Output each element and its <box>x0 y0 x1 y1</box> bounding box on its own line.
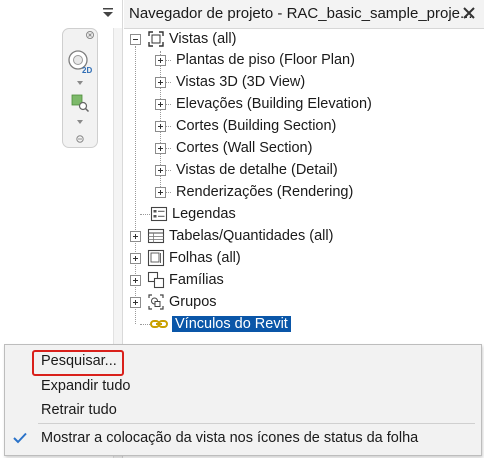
tree-node-label: Vistas 3D (3D View) <box>176 74 306 90</box>
tree-node-label: Tabelas/Quantidades (all) <box>169 228 334 244</box>
tree-node-label: Cortes (Building Section) <box>176 118 337 134</box>
wheel-2d-label: 2D <box>82 66 92 75</box>
steering-wheel-icon[interactable]: 2D <box>67 49 93 75</box>
project-browser-title: Navegador de projeto - RAC_basic_sample_… <box>129 5 473 22</box>
tree-node-floor-plan[interactable]: Plantas de piso (Floor Plan) <box>155 49 355 71</box>
chevron-down-icon[interactable] <box>76 119 84 125</box>
tree-node-groups[interactable]: Grupos <box>130 291 217 313</box>
collapse-toggle[interactable] <box>130 33 141 45</box>
tree-node-sheets[interactable]: Folhas (all) <box>130 247 241 269</box>
context-menu: Pesquisar... Expandir tudo Retrair tudo … <box>4 344 482 456</box>
menu-item-show-view-placement[interactable]: Mostrar a colocação da vista nos ícones … <box>41 430 418 446</box>
chevron-down-icon[interactable] <box>76 80 84 86</box>
menu-item-search[interactable]: Pesquisar... <box>41 353 117 369</box>
legend-icon <box>150 206 168 222</box>
tree-node-label: Legendas <box>172 206 236 222</box>
tree-node-label: Plantas de piso (Floor Plan) <box>176 52 355 68</box>
menu-separator <box>38 423 475 424</box>
link-icon <box>150 320 168 328</box>
tree-node-elevation[interactable]: Elevações (Building Elevation) <box>155 93 372 115</box>
tree-node-label: Renderizações (Rendering) <box>176 184 354 200</box>
tree-node-label: Cortes (Wall Section) <box>176 140 313 156</box>
group-icon <box>148 294 164 310</box>
tree-node-revit-links[interactable]: Vínculos do Revit <box>144 313 291 335</box>
expand-toggle[interactable] <box>155 164 166 176</box>
project-browser-header[interactable]: Navegador de projeto - RAC_basic_sample_… <box>124 0 484 29</box>
expand-toggle[interactable] <box>155 76 166 88</box>
expand-toggle[interactable] <box>130 230 141 242</box>
expand-toggle[interactable] <box>130 252 141 264</box>
tree-node-rendering[interactable]: Renderizações (Rendering) <box>155 181 353 203</box>
tree-node-building-section[interactable]: Cortes (Building Section) <box>155 115 336 137</box>
checkmark-icon <box>13 432 27 444</box>
tree-node-families[interactable]: Famílias <box>130 269 224 291</box>
project-browser-tree: Vistas (all) Plantas de piso (Floor Plan… <box>124 29 484 344</box>
views-icon <box>148 31 164 47</box>
expand-toggle[interactable] <box>155 142 166 154</box>
tree-node-3d-view[interactable]: Vistas 3D (3D View) <box>155 71 305 93</box>
tree-node-legends[interactable]: Legendas <box>144 203 236 225</box>
expand-toggle[interactable] <box>130 296 141 308</box>
close-icon[interactable] <box>460 4 478 22</box>
family-icon <box>147 271 165 289</box>
expand-toggle[interactable] <box>155 186 166 198</box>
schedule-icon <box>147 228 165 244</box>
expand-toggle[interactable] <box>155 98 166 110</box>
navigation-bar: 2D <box>62 28 98 148</box>
expand-toggle[interactable] <box>155 120 166 132</box>
tree-node-schedules[interactable]: Tabelas/Quantidades (all) <box>130 225 333 247</box>
tree-node-label: Elevações (Building Elevation) <box>176 96 372 112</box>
zoom-region-icon[interactable] <box>70 93 90 113</box>
menu-item-expand-all[interactable]: Expandir tudo <box>41 378 130 394</box>
panel-dropdown-icon[interactable] <box>100 5 116 21</box>
close-icon[interactable] <box>86 31 94 39</box>
tree-node-detail[interactable]: Vistas de detalhe (Detail) <box>155 159 338 181</box>
expand-toggle[interactable] <box>130 274 141 286</box>
sheet-icon <box>147 249 165 267</box>
tree-node-views[interactable]: Vistas (all) <box>130 28 236 50</box>
tree-node-label: Vistas (all) <box>169 31 237 47</box>
expand-toggle[interactable] <box>155 54 166 66</box>
tree-node-label: Vistas de detalhe (Detail) <box>176 162 338 178</box>
tree-node-label: Folhas (all) <box>169 250 241 266</box>
tree-node-label: Famílias <box>169 272 224 288</box>
tree-node-wall-section[interactable]: Cortes (Wall Section) <box>155 137 312 159</box>
grip-icon[interactable] <box>75 135 85 143</box>
tree-node-label: Vínculos do Revit <box>172 316 291 332</box>
tree-node-label: Grupos <box>169 294 217 310</box>
menu-item-collapse-all[interactable]: Retrair tudo <box>41 402 117 418</box>
